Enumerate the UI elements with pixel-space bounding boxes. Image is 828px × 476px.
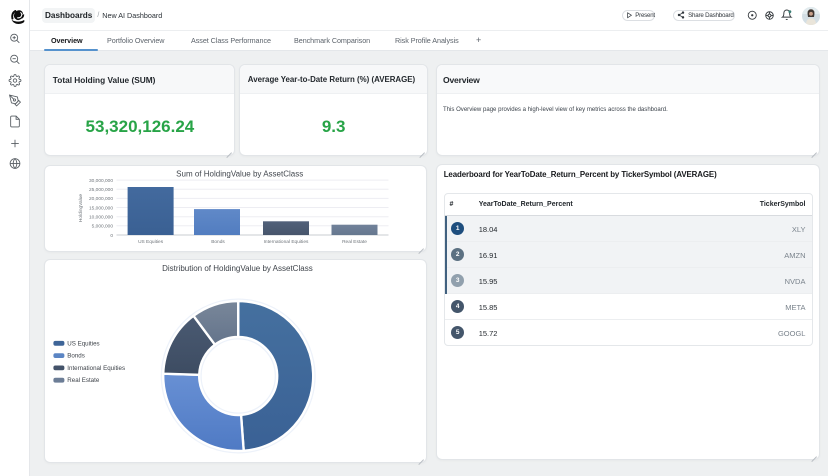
svg-text:Bonds: Bonds xyxy=(211,239,225,245)
svg-text:Sum of HoldingValue by AssetCl: Sum of HoldingValue by AssetClass xyxy=(176,169,303,178)
svg-text:Real Estate: Real Estate xyxy=(68,377,101,384)
svg-text:International Equities: International Equities xyxy=(264,239,309,245)
svg-text:10,000,000: 10,000,000 xyxy=(89,214,113,220)
svg-text:Bonds: Bonds xyxy=(68,353,86,360)
svg-text:0: 0 xyxy=(111,232,114,238)
svg-text:US Equities: US Equities xyxy=(138,239,164,245)
svg-text:30,000,000: 30,000,000 xyxy=(89,177,113,183)
svg-text:15,000,000: 15,000,000 xyxy=(89,205,113,211)
svg-text:Distribution of HoldingValue b: Distribution of HoldingValue by AssetCla… xyxy=(162,264,313,273)
svg-text:25,000,000: 25,000,000 xyxy=(89,187,113,193)
svg-text:5,000,000: 5,000,000 xyxy=(92,223,114,229)
svg-text:HoldingValue: HoldingValue xyxy=(78,193,84,222)
svg-text:Real Estate: Real Estate xyxy=(342,239,367,245)
svg-text:International Equities: International Equities xyxy=(68,365,126,372)
svg-text:US Equities: US Equities xyxy=(68,340,100,347)
svg-text:20,000,000: 20,000,000 xyxy=(89,196,113,202)
